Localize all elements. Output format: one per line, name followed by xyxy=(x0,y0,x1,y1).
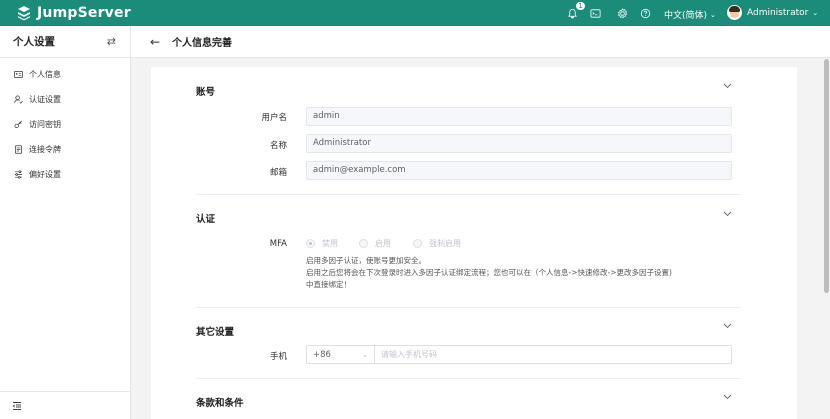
mfa-option-label: 强制启用 xyxy=(429,239,461,248)
phone-country-code-select[interactable]: +86 ⌄ xyxy=(307,346,375,363)
section-title-auth: 认证 xyxy=(196,214,216,225)
jumpserver-logo-icon xyxy=(18,6,30,21)
name-label: 名称 xyxy=(269,141,287,151)
username-field[interactable]: admin xyxy=(306,107,732,126)
user-auth-icon xyxy=(13,95,23,105)
chevron-down-icon[interactable] xyxy=(723,82,797,91)
chevron-down-icon[interactable] xyxy=(723,322,797,331)
chevron-down-icon[interactable] xyxy=(723,393,797,402)
sidebar-item-label: 个人信息 xyxy=(29,70,61,79)
page-title: 个人信息完善 xyxy=(172,38,232,49)
switch-view-icon[interactable]: ⇄ xyxy=(107,35,116,48)
sidebar-header: 个人设置 ⇄ xyxy=(0,26,130,58)
sidebar-title: 个人设置 xyxy=(13,36,55,48)
section-title-account: 账号 xyxy=(196,87,216,98)
chevron-down-icon[interactable] xyxy=(723,210,797,219)
avatar xyxy=(727,5,742,20)
mfa-option-label: 启用 xyxy=(375,239,391,248)
sidebar-item-label: 认证设置 xyxy=(29,95,61,104)
id-card-icon xyxy=(13,70,23,80)
notification-badge: 1 xyxy=(575,1,586,11)
phone-field-group: +86 ⌄ xyxy=(306,345,732,364)
bell-icon[interactable]: 1 xyxy=(565,1,586,20)
mfa-option-forced[interactable]: 强制启用 xyxy=(413,238,461,249)
page-header: ← 个人信息完善 xyxy=(131,26,830,58)
scrollbar-thumb[interactable] xyxy=(824,59,829,293)
phone-input[interactable] xyxy=(375,346,731,363)
mfa-hint-line: 中直接绑定！ xyxy=(306,280,351,289)
language-label: 中文(简体) xyxy=(664,11,708,21)
username: Administrator xyxy=(747,7,809,18)
mfa-hint-line: 启用之后您将会在下次登录时进入多因子认证绑定流程；您也可以在（个人信息->快速修… xyxy=(306,268,672,277)
profile-form-card: 账号 用户名 admin 名称 Administrator 邮箱 admin@e… xyxy=(151,67,797,419)
email-field[interactable]: admin@example.com xyxy=(306,161,732,180)
chevron-down-icon: ⌄ xyxy=(710,10,716,19)
user-menu[interactable]: Administrator ⌄ xyxy=(727,5,818,20)
section-divider xyxy=(196,194,741,195)
brand[interactable]: JumpServer xyxy=(16,5,131,21)
radio-icon xyxy=(413,239,422,248)
sidebar-item-connection-token[interactable]: 连接令牌 xyxy=(0,137,130,162)
radio-icon xyxy=(359,239,368,248)
username-label: 用户名 xyxy=(261,113,287,123)
section-title-terms: 条款和条件 xyxy=(196,398,244,409)
name-field[interactable]: Administrator xyxy=(306,134,732,153)
terminal-icon[interactable] xyxy=(588,6,602,20)
sidebar-item-access-key[interactable]: 访问密钥 xyxy=(0,112,130,137)
mfa-hint: 启用多因子认证，使账号更加安全。 启用之后您将会在下次登录时进入多因子认证绑定流… xyxy=(306,255,672,291)
chevron-down-icon: ⌄ xyxy=(812,8,819,17)
collapse-sidebar-button[interactable] xyxy=(0,391,130,419)
mfa-label: MFA xyxy=(269,239,287,249)
back-arrow-icon[interactable]: ← xyxy=(150,35,164,49)
mfa-option-enabled[interactable]: 启用 xyxy=(359,238,391,249)
sidebar-item-profile[interactable]: 个人信息 xyxy=(0,62,130,87)
sidebar: 个人设置 ⇄ 个人信息 认证设置 访问密钥 连接令牌 偏好设置 xyxy=(0,26,131,419)
section-divider xyxy=(196,378,741,379)
mfa-option-disabled[interactable]: 禁用 xyxy=(306,238,338,249)
mfa-hint-line: 启用多因子认证，使账号更加安全。 xyxy=(306,256,426,265)
mfa-option-label: 禁用 xyxy=(322,239,338,248)
sidebar-item-label: 访问密钥 xyxy=(29,120,61,129)
section-divider xyxy=(196,307,741,308)
sidebar-item-auth[interactable]: 认证设置 xyxy=(0,87,130,112)
token-icon xyxy=(13,145,23,155)
phone-country-code: +86 xyxy=(313,349,331,360)
radio-selected-icon xyxy=(306,239,315,248)
chevron-down-icon: ⌄ xyxy=(362,350,368,359)
sidebar-item-preferences[interactable]: 偏好设置 xyxy=(0,162,130,187)
key-icon xyxy=(13,120,23,130)
sidebar-item-label: 连接令牌 xyxy=(29,145,61,154)
brand-name: JumpServer xyxy=(37,5,131,21)
section-title-other: 其它设置 xyxy=(196,327,235,338)
language-selector[interactable]: 中文(简体) ⌄ xyxy=(664,8,716,22)
top-navbar: JumpServer 1 中文(简体) ⌄ Administrator ⌄ xyxy=(0,0,830,26)
phone-label: 手机 xyxy=(269,352,287,362)
sliders-icon xyxy=(13,170,23,180)
help-icon[interactable] xyxy=(638,6,652,20)
gear-icon[interactable] xyxy=(615,6,629,20)
sidebar-item-label: 偏好设置 xyxy=(29,170,61,179)
email-label: 邮箱 xyxy=(269,168,287,178)
menu-collapse-icon xyxy=(12,401,21,410)
